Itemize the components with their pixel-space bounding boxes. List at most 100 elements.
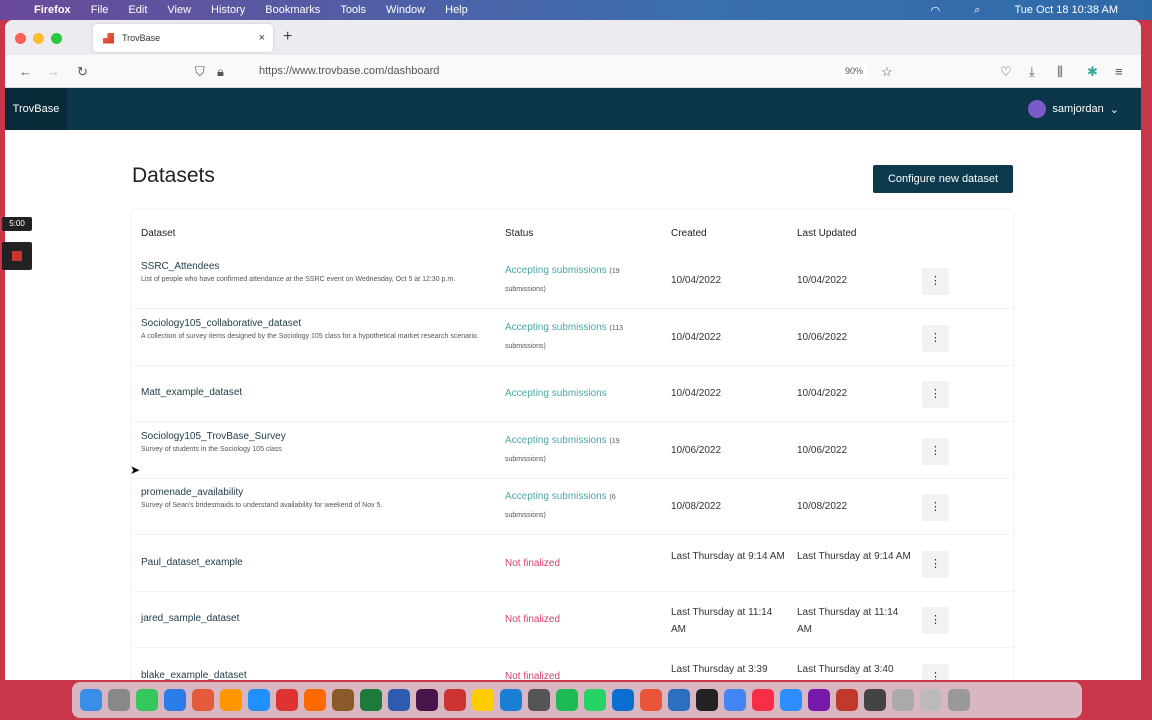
menu-view[interactable]: View [167,4,191,16]
dock-app-icon[interactable] [584,689,606,711]
dock-app-icon[interactable] [808,689,830,711]
table-row[interactable]: SSRC_Attendees List of people who have co… [132,253,1013,309]
dock-app-icon[interactable] [780,689,802,711]
dataset-name[interactable]: Sociology105_collaborative_dataset [141,318,301,329]
dataset-name[interactable]: Matt_example_dataset [141,387,242,398]
row-actions-button[interactable]: ⋮ [922,607,949,634]
stop-recording-button[interactable] [2,242,32,270]
menu-history[interactable]: History [211,4,245,16]
datetime[interactable]: Tue Oct 18 10:38 AM [1014,4,1118,16]
dock-app-icon[interactable] [948,689,970,711]
table-row[interactable]: Paul_dataset_example Not finalized Last T… [132,536,1013,592]
dock-app-icon[interactable] [556,689,578,711]
table-row[interactable]: blake_example_dataset Not finalized Last … [132,649,1013,681]
new-tab-button[interactable]: + [283,28,292,46]
dock-app-icon[interactable] [444,689,466,711]
tab-trovbase[interactable]: TrovBase × [93,24,273,52]
dock-app-icon[interactable] [248,689,270,711]
brand-logo[interactable]: TrovBase [5,88,67,130]
status-badge: Accepting submissions [505,388,607,399]
table-row[interactable]: jared_sample_dataset Not finalized Last T… [132,592,1013,648]
menu-edit[interactable]: Edit [128,4,147,16]
row-actions-button[interactable]: ⋮ [922,324,949,352]
dock-app-icon[interactable] [668,689,690,711]
dataset-name[interactable]: promenade_availability [141,487,243,498]
username: samjordan [1052,103,1104,115]
dock-app-icon[interactable] [136,689,158,711]
dock-app-icon[interactable] [304,689,326,711]
dock-app-icon[interactable] [472,689,494,711]
back-icon[interactable]: ← [19,64,32,79]
app-header: TrovBase samjordan ⌄ [5,88,1141,130]
user-menu[interactable]: samjordan ⌄ [1028,100,1119,118]
extension-icon[interactable]: ✱ [1087,64,1098,80]
dock-app-icon[interactable] [724,689,746,711]
table-row[interactable]: promenade_availability Survey of Sean's b… [132,479,1013,535]
hamburger-menu-icon[interactable]: ≡ [1115,64,1123,79]
dataset-name[interactable]: Sociology105_TrovBase_Survey [141,431,286,442]
created-date: 10/04/2022 [671,331,722,343]
wifi-icon[interactable]: ◠ [931,4,941,17]
forward-icon[interactable]: → [47,64,60,79]
pocket-icon[interactable]: ♡ [1000,64,1012,80]
dock-app-icon[interactable] [752,689,774,711]
dataset-name[interactable]: SSRC_Attendees [141,261,219,272]
dataset-description: A collection of survey items designed by… [141,332,479,340]
dock-app-icon[interactable] [80,689,102,711]
bookmark-star-icon[interactable]: ☆ [881,64,893,80]
dock-app-icon[interactable] [164,689,186,711]
status-badge: Not finalized [505,557,561,569]
reload-icon[interactable]: ↻ [77,64,88,80]
menu-bookmarks[interactable]: Bookmarks [265,4,320,16]
dock-app-icon[interactable] [276,689,298,711]
dataset-name[interactable]: jared_sample_dataset [141,613,239,624]
minimize-window-button[interactable] [33,33,44,44]
lock-icon[interactable]: 🔒︎ [217,64,224,80]
shield-icon[interactable]: ⛉ [195,64,205,80]
dock-app-icon[interactable] [612,689,634,711]
row-actions-button[interactable]: ⋮ [922,663,949,680]
dataset-name[interactable]: Paul_dataset_example [141,557,243,568]
dock-app-icon[interactable] [192,689,214,711]
row-actions-button[interactable]: ⋮ [922,268,949,295]
dock-app-icon[interactable] [864,689,886,711]
updated-date: Last Thursday at 11:14 AM [797,607,899,635]
menu-app-name[interactable]: Firefox [34,4,71,16]
menu-window[interactable]: Window [386,4,425,16]
dock-app-icon[interactable] [360,689,382,711]
row-actions-button[interactable]: ⋮ [922,494,949,521]
dock-app-icon[interactable] [500,689,522,711]
created-date: Last Thursday at 9:14 AM [671,550,785,562]
dock-app-icon[interactable] [528,689,550,711]
dock-app-icon[interactable] [388,689,410,711]
library-icon[interactable]: ⫼ [1057,64,1063,80]
dock-app-icon[interactable] [332,689,354,711]
menu-help[interactable]: Help [445,4,468,16]
menu-tools[interactable]: Tools [340,4,366,16]
zoom-level[interactable]: 90% [841,64,868,78]
zoom-window-button[interactable] [51,33,62,44]
search-icon[interactable]: ⌕ [974,4,980,17]
menu-file[interactable]: File [91,4,109,16]
dock-app-icon[interactable] [696,689,718,711]
dataset-name[interactable]: blake_example_dataset [141,670,247,681]
close-window-button[interactable] [15,33,26,44]
table-row[interactable]: Matt_example_dataset Accepting submission… [132,366,1013,422]
configure-new-dataset-button[interactable]: Configure new dataset [873,165,1013,193]
table-row[interactable]: Sociology105_collaborative_dataset A coll… [132,310,1013,366]
avatar [1028,100,1047,118]
download-icon[interactable]: ⤓ [1029,64,1035,80]
dock-app-icon[interactable] [416,689,438,711]
dock-app-icon[interactable] [108,689,130,711]
url-bar[interactable]: https://www.trovbase.com/dashboard [259,65,439,77]
dock-app-icon[interactable] [920,689,942,711]
close-tab-icon[interactable]: × [259,32,265,44]
dock-app-icon[interactable] [220,689,242,711]
table-row[interactable]: Sociology105_TrovBase_Survey Survey of st… [132,423,1013,479]
row-actions-button[interactable]: ⋮ [922,550,949,578]
dock-app-icon[interactable] [640,689,662,711]
row-actions-button[interactable]: ⋮ [922,381,949,408]
row-actions-button[interactable]: ⋮ [922,437,949,465]
dock-app-icon[interactable] [836,689,858,711]
dock-app-icon[interactable] [892,689,914,711]
